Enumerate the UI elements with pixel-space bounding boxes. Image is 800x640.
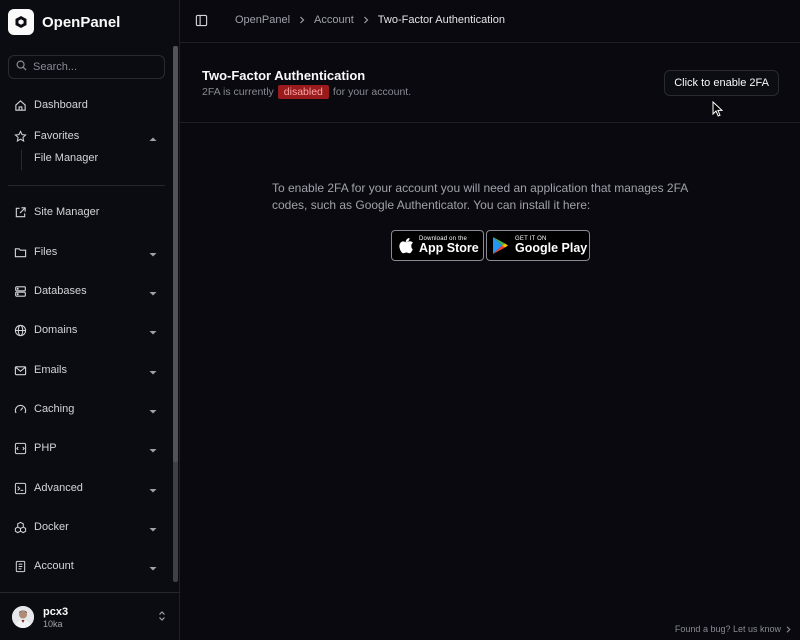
user-menu[interactable]: pcx3 10ka bbox=[12, 604, 172, 630]
gauge-icon bbox=[14, 403, 27, 416]
google-play-button[interactable]: GET IT ON Google Play bbox=[486, 230, 590, 261]
search-box[interactable] bbox=[8, 55, 165, 79]
breadcrumb-item-account[interactable]: Account bbox=[314, 14, 354, 26]
chevron-up-icon bbox=[149, 133, 157, 145]
sidebar-item-label: Emails bbox=[34, 364, 68, 376]
sidebar-item-account[interactable]: Account bbox=[8, 554, 165, 578]
chevron-down-icon bbox=[149, 367, 157, 379]
sidebar-item-caching[interactable]: Caching bbox=[8, 397, 165, 421]
notebook-icon bbox=[14, 560, 27, 573]
sidebar-item-label: PHP bbox=[34, 442, 57, 454]
home-icon bbox=[14, 99, 27, 112]
sidebar-item-favorites[interactable]: Favorites bbox=[8, 124, 165, 148]
server-icon bbox=[14, 285, 27, 298]
status-prefix: 2FA is currently bbox=[202, 86, 274, 98]
chevron-down-icon bbox=[149, 288, 157, 300]
apple-icon bbox=[399, 237, 414, 254]
sidebar-item-file-manager[interactable]: File Manager bbox=[34, 152, 98, 164]
sidebar-item-dashboard[interactable]: Dashboard bbox=[8, 93, 165, 117]
status-badge: disabled bbox=[277, 85, 329, 99]
mouse-cursor-icon bbox=[712, 100, 724, 120]
code-file-icon bbox=[14, 442, 27, 455]
sidebar-divider bbox=[8, 185, 165, 186]
sidebar-item-site-manager[interactable]: Site Manager bbox=[8, 200, 165, 224]
chevron-right-icon bbox=[299, 16, 305, 24]
boxes-icon bbox=[14, 521, 27, 534]
report-bug-link[interactable]: Found a bug? Let us know bbox=[675, 624, 791, 634]
chevron-down-icon bbox=[149, 485, 157, 497]
submenu-guide-line bbox=[21, 150, 22, 170]
chevron-down-icon bbox=[149, 249, 157, 261]
avatar bbox=[12, 606, 34, 628]
info-text: To enable 2FA for your account you will … bbox=[272, 181, 688, 212]
sidebar-item-docker[interactable]: Docker bbox=[8, 515, 165, 539]
sidebar-toggle-icon[interactable] bbox=[195, 14, 208, 30]
sidebar-item-label: Docker bbox=[34, 521, 69, 533]
chevron-down-icon bbox=[149, 327, 157, 339]
folder-icon bbox=[14, 246, 27, 259]
chevron-down-icon bbox=[149, 445, 157, 457]
sidebar: OpenPanel Dashboard Favorites File Manag… bbox=[0, 0, 180, 640]
search-icon bbox=[16, 60, 27, 74]
chevron-right-icon bbox=[363, 16, 369, 24]
breadcrumb: OpenPanel Account Two-Factor Authenticat… bbox=[235, 14, 505, 26]
status-suffix: for your account. bbox=[332, 86, 412, 98]
sidebar-item-php[interactable]: PHP bbox=[8, 436, 165, 460]
breadcrumb-item-current: Two-Factor Authentication bbox=[377, 14, 505, 26]
chevron-down-icon bbox=[149, 406, 157, 418]
sidebar-item-label: Site Manager bbox=[34, 206, 100, 218]
chevron-down-icon bbox=[149, 563, 157, 575]
chevrons-up-down-icon bbox=[158, 610, 166, 625]
sidebar-item-label: Favorites bbox=[34, 130, 80, 142]
page-header: Two-Factor Authentication 2FA is current… bbox=[180, 43, 800, 123]
status-line: 2FA is currently disabled for your accou… bbox=[202, 85, 411, 99]
sidebar-item-databases[interactable]: Databases bbox=[8, 279, 165, 303]
sidebar-item-advanced[interactable]: Advanced bbox=[8, 476, 165, 500]
user-name: pcx3 bbox=[43, 605, 69, 618]
chevron-down-icon bbox=[149, 524, 157, 536]
app-store-big-text: App Store bbox=[419, 241, 479, 255]
breadcrumb-item-openpanel[interactable]: OpenPanel bbox=[235, 14, 290, 26]
search-input[interactable] bbox=[33, 61, 153, 73]
enable-2fa-button[interactable]: Click to enable 2FA bbox=[664, 70, 779, 96]
sidebar-item-files[interactable]: Files bbox=[8, 240, 165, 264]
sidebar-item-label: Advanced bbox=[34, 482, 83, 494]
user-subtitle: 10ka bbox=[43, 618, 63, 629]
report-bug-label: Found a bug? Let us know bbox=[674, 624, 781, 634]
openpanel-logo-icon bbox=[8, 9, 34, 35]
star-icon bbox=[14, 129, 27, 143]
sidebar-item-emails[interactable]: Emails bbox=[8, 358, 165, 382]
mail-icon bbox=[14, 364, 27, 377]
terminal-icon bbox=[14, 482, 27, 495]
external-link-icon bbox=[14, 206, 27, 219]
sidebar-item-label: Domains bbox=[34, 324, 78, 336]
sidebar-item-label: Caching bbox=[34, 403, 75, 415]
page-title: Two-Factor Authentication bbox=[202, 68, 366, 83]
sidebar-scrollbar-thumb[interactable] bbox=[173, 46, 178, 462]
brand-name: OpenPanel bbox=[42, 13, 121, 31]
chevron-right-icon bbox=[786, 625, 791, 633]
sidebar-item-label: Files bbox=[34, 246, 58, 258]
globe-icon bbox=[14, 324, 27, 337]
sidebar-item-domains[interactable]: Domains bbox=[8, 318, 165, 342]
sidebar-item-label: Dashboard bbox=[34, 99, 88, 111]
google-play-icon bbox=[492, 236, 509, 255]
sidebar-item-label: Databases bbox=[34, 285, 87, 297]
brand[interactable]: OpenPanel bbox=[8, 9, 120, 35]
app-store-button[interactable]: Download on the App Store bbox=[391, 230, 484, 261]
sidebar-divider bbox=[0, 592, 180, 593]
google-play-big-text: Google Play bbox=[515, 241, 588, 255]
sidebar-item-label: Account bbox=[34, 560, 74, 572]
top-header: OpenPanel Account Two-Factor Authenticat… bbox=[180, 0, 800, 43]
